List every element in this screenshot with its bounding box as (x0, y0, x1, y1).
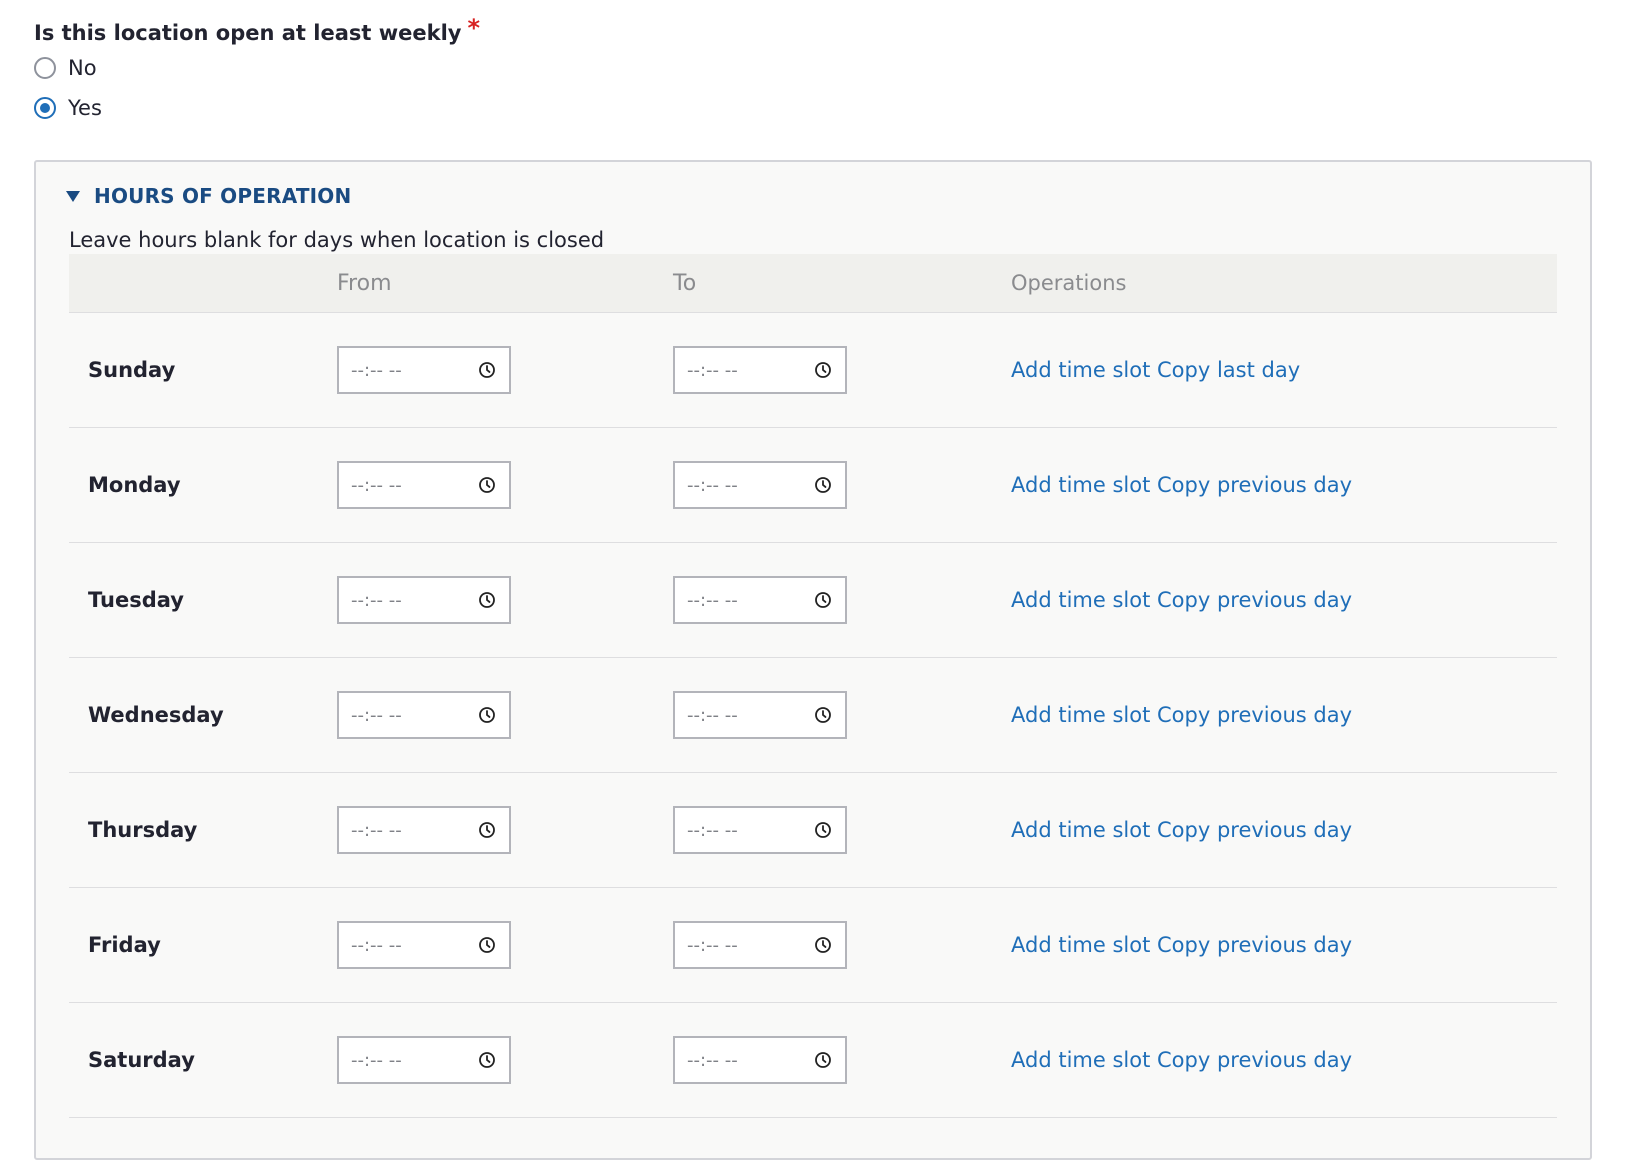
copy-day-link[interactable]: Copy previous day (1157, 703, 1352, 727)
to-time-placeholder: --:-- -- (687, 819, 738, 841)
radio-option-no[interactable]: No (34, 56, 97, 80)
from-time-input[interactable]: --:-- -- (337, 1036, 511, 1084)
table-row: Monday --:-- -- --:-- -- Add time slot C… (69, 428, 1557, 543)
copy-day-link[interactable]: Copy previous day (1157, 473, 1352, 497)
table-row: Saturday --:-- -- --:-- -- Add time slot… (69, 1003, 1557, 1118)
table-header: From To Operations (69, 254, 1557, 313)
to-time-input[interactable]: --:-- -- (673, 346, 847, 394)
table-row: Tuesday --:-- -- --:-- -- Add time slot … (69, 543, 1557, 658)
copy-day-link[interactable]: Copy previous day (1157, 588, 1352, 612)
to-time-placeholder: --:-- -- (687, 589, 738, 611)
table-row: Friday --:-- -- --:-- -- Add time slot C… (69, 888, 1557, 1003)
copy-day-link[interactable]: Copy previous day (1157, 933, 1352, 957)
weekly-question-label: Is this location open at least weekly * (34, 14, 480, 46)
clock-icon[interactable] (478, 361, 496, 379)
from-time-input[interactable]: --:-- -- (337, 806, 511, 854)
day-label: Thursday (88, 818, 198, 842)
from-time-input[interactable]: --:-- -- (337, 921, 511, 969)
add-time-slot-link[interactable]: Add time slot (1011, 1048, 1150, 1072)
table-row: Sunday --:-- -- --:-- -- Add time slot C… (69, 313, 1557, 428)
to-time-input[interactable]: --:-- -- (673, 461, 847, 509)
to-time-placeholder: --:-- -- (687, 1049, 738, 1071)
add-time-slot-link[interactable]: Add time slot (1011, 933, 1150, 957)
clock-icon[interactable] (814, 591, 832, 609)
clock-icon[interactable] (478, 591, 496, 609)
day-label: Sunday (88, 358, 176, 382)
to-time-placeholder: --:-- -- (687, 934, 738, 956)
day-label: Saturday (88, 1048, 195, 1072)
to-time-input[interactable]: --:-- -- (673, 806, 847, 854)
add-time-slot-link[interactable]: Add time slot (1011, 473, 1150, 497)
from-time-placeholder: --:-- -- (351, 359, 402, 381)
to-time-input[interactable]: --:-- -- (673, 691, 847, 739)
from-time-placeholder: --:-- -- (351, 704, 402, 726)
operations-cell: Add time slot Copy previous day (1011, 818, 1557, 842)
hours-help-text: Leave hours blank for days when location… (69, 228, 605, 252)
to-time-input[interactable]: --:-- -- (673, 576, 847, 624)
clock-icon[interactable] (814, 706, 832, 724)
table-row: Wednesday --:-- -- --:-- -- Add time slo… (69, 658, 1557, 773)
from-time-input[interactable]: --:-- -- (337, 576, 511, 624)
day-label: Tuesday (88, 588, 184, 612)
to-time-placeholder: --:-- -- (687, 704, 738, 726)
copy-day-link[interactable]: Copy previous day (1157, 1048, 1352, 1072)
add-time-slot-link[interactable]: Add time slot (1011, 358, 1150, 382)
radio-option-yes[interactable]: Yes (34, 96, 102, 120)
table-body: Sunday --:-- -- --:-- -- Add time slot C… (69, 313, 1557, 1118)
clock-icon[interactable] (478, 706, 496, 724)
radio-yes[interactable] (34, 97, 56, 119)
clock-icon[interactable] (814, 476, 832, 494)
clock-icon[interactable] (814, 821, 832, 839)
operations-cell: Add time slot Copy previous day (1011, 1048, 1557, 1072)
hours-table: From To Operations Sunday --:-- -- --:--… (69, 254, 1557, 1118)
hours-title: HOURS OF OPERATION (94, 184, 352, 208)
day-label: Wednesday (88, 703, 224, 727)
clock-icon[interactable] (814, 361, 832, 379)
operations-cell: Add time slot Copy previous day (1011, 473, 1557, 497)
clock-icon[interactable] (478, 476, 496, 494)
to-time-input[interactable]: --:-- -- (673, 921, 847, 969)
copy-day-link[interactable]: Copy last day (1157, 358, 1300, 382)
clock-icon[interactable] (478, 821, 496, 839)
table-row: Thursday --:-- -- --:-- -- Add time slot… (69, 773, 1557, 888)
operations-cell: Add time slot Copy last day (1011, 358, 1557, 382)
operations-cell: Add time slot Copy previous day (1011, 588, 1557, 612)
clock-icon[interactable] (814, 936, 832, 954)
day-label: Friday (88, 933, 161, 957)
from-time-input[interactable]: --:-- -- (337, 461, 511, 509)
col-to: To (673, 270, 697, 296)
to-time-placeholder: --:-- -- (687, 359, 738, 381)
radio-no[interactable] (34, 57, 56, 79)
operations-cell: Add time slot Copy previous day (1011, 933, 1557, 957)
radio-yes-label: Yes (68, 96, 102, 120)
to-time-placeholder: --:-- -- (687, 474, 738, 496)
add-time-slot-link[interactable]: Add time slot (1011, 703, 1150, 727)
from-time-input[interactable]: --:-- -- (337, 691, 511, 739)
clock-icon[interactable] (814, 1051, 832, 1069)
from-time-input[interactable]: --:-- -- (337, 346, 511, 394)
clock-icon[interactable] (478, 1051, 496, 1069)
clock-icon[interactable] (478, 936, 496, 954)
add-time-slot-link[interactable]: Add time slot (1011, 818, 1150, 842)
hours-toggle[interactable]: HOURS OF OPERATION (66, 184, 351, 208)
day-label: Monday (88, 473, 181, 497)
to-time-input[interactable]: --:-- -- (673, 1036, 847, 1084)
operations-cell: Add time slot Copy previous day (1011, 703, 1557, 727)
from-time-placeholder: --:-- -- (351, 474, 402, 496)
from-time-placeholder: --:-- -- (351, 589, 402, 611)
from-time-placeholder: --:-- -- (351, 934, 402, 956)
radio-no-label: No (68, 56, 97, 80)
triangle-down-icon (66, 190, 80, 202)
from-time-placeholder: --:-- -- (351, 819, 402, 841)
hours-fieldset: HOURS OF OPERATION Leave hours blank for… (34, 160, 1592, 1160)
copy-day-link[interactable]: Copy previous day (1157, 818, 1352, 842)
required-asterisk: * (467, 14, 481, 42)
col-operations: Operations (1011, 271, 1127, 295)
add-time-slot-link[interactable]: Add time slot (1011, 588, 1150, 612)
col-from: From (337, 270, 392, 296)
from-time-placeholder: --:-- -- (351, 1049, 402, 1071)
question-text: Is this location open at least weekly (34, 21, 462, 45)
